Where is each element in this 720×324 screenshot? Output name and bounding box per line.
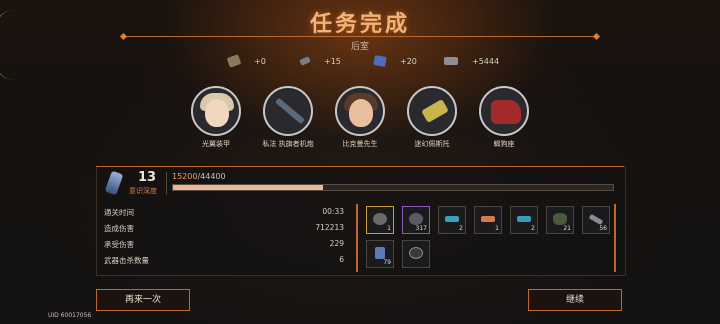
cash-bundle-icon	[444, 57, 458, 65]
reward-amount: +0	[254, 56, 266, 66]
pistol-item-icon	[481, 216, 495, 222]
loot-quantity: 1	[387, 225, 391, 232]
loot-quantity: 56	[599, 225, 607, 232]
loot-slot[interactable]: 317	[402, 206, 430, 234]
stat-row: 武器击杀数量 6	[104, 252, 344, 268]
reward-item: +0	[226, 54, 266, 68]
stage-name: 后室	[350, 42, 369, 52]
ring-item-icon	[373, 213, 387, 225]
loot-quantity: 1	[495, 225, 499, 232]
character-card[interactable]: 光翼装甲	[188, 86, 244, 149]
character-card[interactable]: 迷幻佩斯托	[404, 86, 460, 149]
xp-progress-fill	[173, 185, 324, 190]
reward-amount: +15	[324, 56, 341, 66]
xp-progress-bar	[172, 184, 614, 191]
stat-value: 00:33	[322, 207, 344, 216]
gear-parts-icon	[299, 56, 311, 66]
loot-quantity: 317	[415, 225, 427, 232]
xp-max: /44400	[197, 172, 226, 181]
character-name: 光翼装甲	[202, 140, 230, 148]
reward-amount: +5444	[472, 56, 500, 66]
xp-current: 15200	[172, 172, 198, 181]
blue-crystal-icon	[373, 55, 387, 67]
stat-label: 承受伤害	[104, 240, 134, 249]
pistol-item-icon	[445, 216, 459, 222]
character-roster: 光翼装甲 私法 执旗者机炮 比克曼先生 迷幻佩斯托 蝎狗座	[188, 86, 548, 156]
loot-slot[interactable]: 21	[546, 206, 574, 234]
loot-quantity: 79	[383, 259, 391, 266]
loot-slot[interactable]	[402, 240, 430, 268]
retry-button[interactable]: 再来一次	[96, 289, 190, 311]
loot-slot[interactable]: 2	[438, 206, 466, 234]
character-portrait	[191, 86, 241, 136]
loot-quantity: 2	[459, 225, 463, 232]
ore-chunk-icon	[226, 54, 242, 68]
bracelet-item-icon	[409, 247, 423, 259]
reward-item: +15	[299, 54, 341, 68]
level-value: 13	[138, 170, 157, 185]
character-card[interactable]: 比克曼先生	[332, 86, 388, 149]
loot-slot[interactable]: 1	[474, 206, 502, 234]
stat-row: 承受伤害 229	[104, 236, 344, 252]
panel-top-border	[96, 166, 624, 199]
user-id: UID 60017056	[48, 312, 92, 319]
page-title: 任务完成	[309, 12, 410, 37]
loot-quantity: 2	[531, 225, 535, 232]
character-card[interactable]: 私法 执旗者机炮	[260, 86, 316, 149]
continue-button[interactable]: 继续	[528, 289, 622, 311]
stat-value: 712213	[315, 223, 344, 232]
title-divider	[124, 36, 596, 37]
reward-item: +20	[373, 54, 417, 68]
character-name: 私法 执旗者机炮	[262, 140, 314, 148]
reward-bar: +0 +15 +20 +5444	[226, 54, 528, 68]
level-label: 意识深度	[129, 187, 157, 195]
canister-item-icon	[375, 247, 385, 259]
level-divider	[166, 172, 167, 194]
loot-grid: 1 317 2 1 2 21 56 79	[366, 206, 616, 274]
pistol-item-icon	[517, 216, 531, 222]
vehicle-portrait	[479, 86, 529, 136]
weapon-portrait	[263, 86, 313, 136]
stats-list: 通关时间 00:33 造成伤害 712213 承受伤害 229 武器击杀数量 6	[104, 204, 344, 268]
loot-slot[interactable]: 2	[510, 206, 538, 234]
loot-slot[interactable]: 56	[582, 206, 610, 234]
weapon-portrait	[407, 86, 457, 136]
character-name: 比克曼先生	[342, 140, 378, 148]
ring-item-icon	[409, 213, 423, 225]
loot-quantity: 21	[563, 225, 571, 232]
character-portrait	[335, 86, 385, 136]
character-name: 迷幻佩斯托	[414, 140, 450, 148]
stats-divider	[356, 204, 358, 272]
reward-amount: +20	[400, 56, 417, 66]
character-name: 蝎狗座	[493, 140, 515, 148]
reward-item: +5444	[444, 54, 499, 68]
loot-slot[interactable]: 1	[366, 206, 394, 234]
bracelet-item-icon	[553, 213, 567, 225]
stat-label: 造成伤害	[104, 224, 134, 233]
stat-value: 229	[329, 239, 344, 248]
stat-label: 武器击杀数量	[104, 256, 149, 265]
stat-row: 通关时间 00:33	[104, 204, 344, 220]
xp-readout: 15200/44400	[172, 172, 226, 181]
stat-label: 通关时间	[104, 208, 134, 217]
blade-item-icon	[588, 213, 604, 226]
character-card[interactable]: 蝎狗座	[476, 86, 532, 149]
stat-value: 6	[339, 255, 344, 264]
stat-row: 造成伤害 712213	[104, 220, 344, 236]
loot-slot[interactable]: 79	[366, 240, 394, 268]
